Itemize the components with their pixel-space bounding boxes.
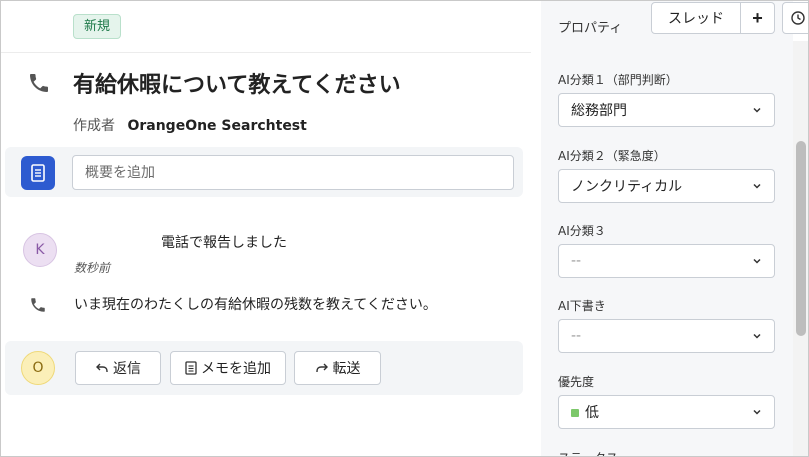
status-badge: 新規 (73, 14, 122, 39)
summary-bar (5, 147, 523, 197)
ai-category-2-value: ノンクリティカル (571, 179, 683, 195)
field-label-ai-draft: AI下書き (558, 299, 606, 313)
phone-icon (29, 296, 47, 314)
chevron-down-icon (753, 333, 761, 339)
reply-label: 返信 (113, 360, 141, 376)
ai-category-1-select[interactable]: 総務部門 (558, 93, 775, 127)
reply-icon (96, 363, 108, 372)
chevron-down-icon (753, 183, 761, 189)
thread-toolbar: スレッド + (651, 2, 775, 34)
author-name[interactable]: OrangeOne Searchtest (127, 118, 306, 134)
phone-icon (27, 71, 51, 95)
field-label-ai-category-3: AI分類３ (558, 224, 606, 238)
chevron-down-icon (753, 258, 761, 264)
app-window: 新規 有給休暇について教えてください 作成者 OrangeOne Searcht… (0, 0, 809, 457)
author-label: 作成者 (73, 118, 115, 134)
add-memo-button[interactable]: メモを追加 (170, 351, 286, 385)
field-label-ai-category-1: AI分類１（部門判断） (558, 73, 678, 87)
thread-button[interactable]: スレッド (651, 2, 741, 34)
avatar: K (23, 233, 57, 267)
priority-color-dot (571, 409, 579, 417)
memo-icon (185, 361, 197, 375)
ticket-body: いま現在のわたくしの有給休暇の残数を教えてください。 (74, 297, 437, 313)
properties-panel: プロパティ AI分類１（部門判断） 総務部門 AI分類２（緊急度） ノンクリティ… (541, 1, 793, 456)
properties-title: プロパティ (558, 21, 623, 36)
summary-doc-button[interactable] (21, 156, 55, 190)
activity-message: 電話で報告しました (161, 235, 287, 251)
avatar: O (21, 351, 55, 385)
priority-select[interactable]: 低 (558, 395, 775, 429)
chevron-down-icon (753, 409, 761, 415)
author-row: 作成者 OrangeOne Searchtest (73, 115, 307, 135)
chevron-down-icon (753, 107, 761, 113)
summary-input[interactable] (72, 155, 514, 190)
clock-icon (791, 11, 805, 25)
ai-draft-select[interactable]: -- (558, 319, 775, 353)
add-thread-button[interactable]: + (741, 2, 775, 34)
forward-icon (315, 363, 328, 372)
priority-value: 低 (585, 405, 599, 421)
action-bar: O 返信 メモを追加 転送 (5, 341, 523, 395)
history-button[interactable] (782, 2, 808, 34)
activity-timestamp: 数秒前 (74, 261, 111, 275)
forward-label: 転送 (332, 360, 361, 376)
ai-category-3-value: -- (571, 253, 582, 269)
field-label-ai-category-2: AI分類２（緊急度） (558, 149, 666, 163)
ai-category-2-select[interactable]: ノンクリティカル (558, 169, 775, 203)
field-label-status: ステータス (558, 449, 618, 456)
document-icon (31, 164, 45, 182)
field-label-priority: 優先度 (558, 375, 595, 389)
forward-button[interactable]: 転送 (294, 351, 381, 385)
reply-button[interactable]: 返信 (75, 351, 161, 385)
ticket-pane: 新規 有給休暇について教えてください 作成者 OrangeOne Searcht… (1, 1, 531, 456)
ai-category-1-value: 総務部門 (571, 103, 627, 119)
page-title: 有給休暇について教えてください (73, 73, 401, 98)
header-divider (1, 52, 531, 53)
ai-category-3-select[interactable]: -- (558, 244, 775, 278)
ai-draft-value: -- (571, 328, 582, 344)
scrollbar-thumb[interactable] (796, 141, 806, 336)
add-memo-label: メモを追加 (201, 360, 271, 376)
